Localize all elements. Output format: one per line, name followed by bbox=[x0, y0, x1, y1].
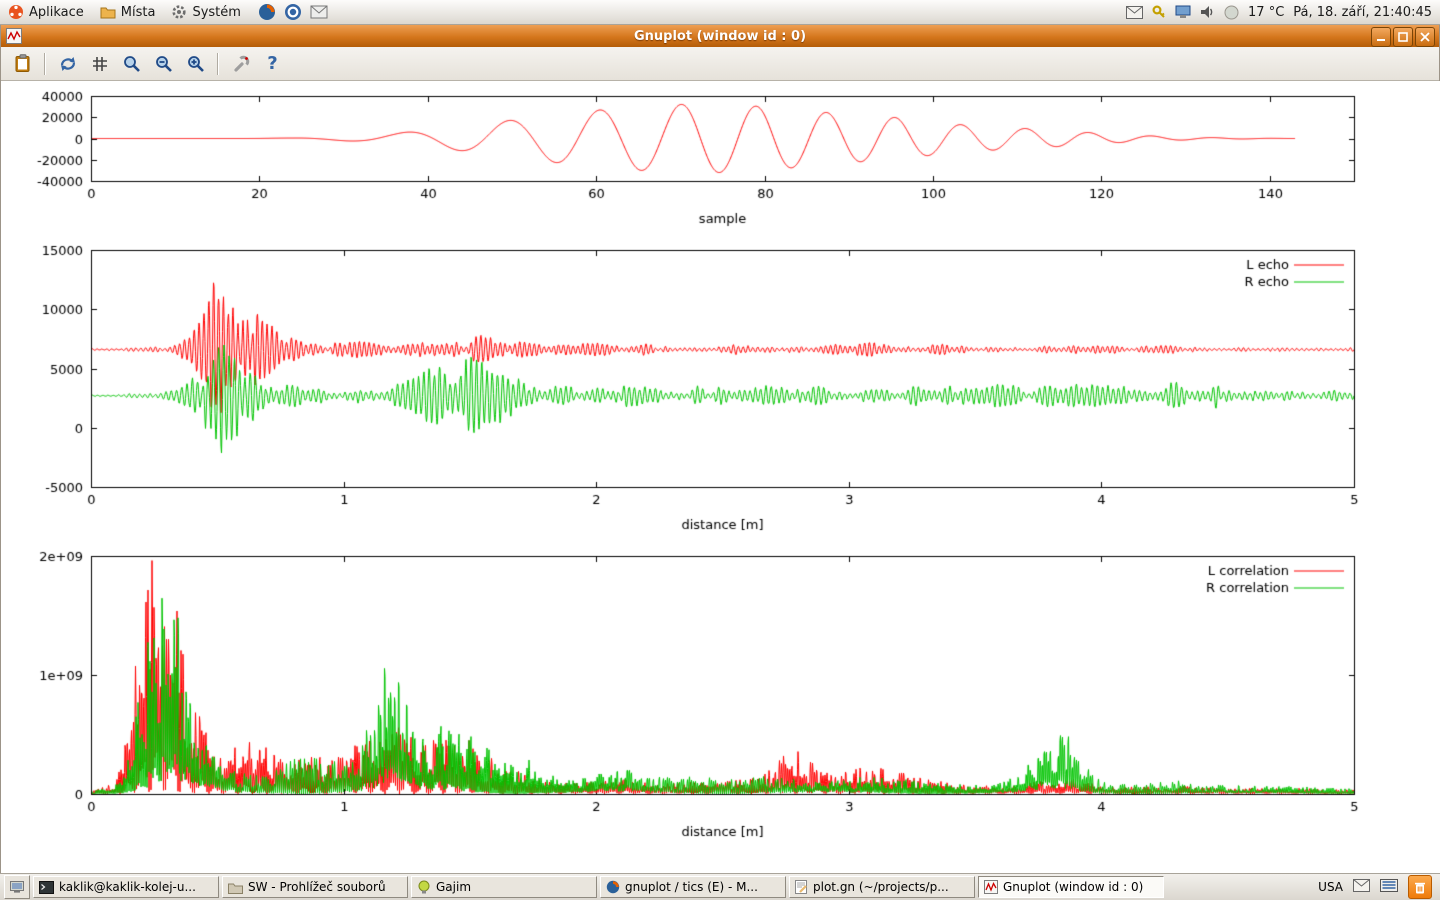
window-controls bbox=[1371, 27, 1435, 47]
task-label: gnuplot / tics (E) - M... bbox=[625, 880, 758, 894]
question-mark-icon: ? bbox=[267, 53, 277, 74]
help-button[interactable]: ? bbox=[259, 50, 286, 77]
clock-label[interactable]: Pá, 18. září, 21:40:45 bbox=[1293, 5, 1432, 20]
taskbar-keyboard-icon[interactable] bbox=[1380, 879, 1398, 895]
menu-applications-label: Aplikace bbox=[29, 5, 84, 20]
toolbar-separator bbox=[217, 53, 219, 75]
zoom-previous-button[interactable] bbox=[118, 50, 145, 77]
mail-launcher-icon[interactable] bbox=[309, 2, 329, 22]
task-button-firefox[interactable]: gnuplot / tics (E) - M... bbox=[600, 876, 786, 898]
gnuplot-window-icon bbox=[6, 28, 22, 48]
temperature-label: 17 °C bbox=[1248, 5, 1284, 20]
titlebar[interactable]: Gnuplot (window id : 0) bbox=[1, 25, 1439, 47]
zoom-out-button[interactable] bbox=[150, 50, 177, 77]
panel-tray: 17 °C Pá, 18. září, 21:40:45 bbox=[1126, 5, 1440, 20]
gnuplot-icon bbox=[984, 880, 998, 894]
task-label: Gnuplot (window id : 0) bbox=[1003, 880, 1143, 894]
minimize-button[interactable] bbox=[1371, 27, 1391, 47]
taskbar: kaklik@kaklik-kolej-u... SW - Prohlížeč … bbox=[0, 873, 1440, 900]
task-button-terminal[interactable]: kaklik@kaklik-kolej-u... bbox=[33, 876, 219, 898]
text-editor-icon bbox=[795, 880, 808, 894]
task-button-file-manager[interactable]: SW - Prohlížeč souborů bbox=[222, 876, 408, 898]
gajim-icon bbox=[417, 880, 431, 894]
menu-places[interactable]: Místa bbox=[92, 2, 164, 22]
task-button-gajim[interactable]: Gajim bbox=[411, 876, 597, 898]
menu-places-label: Místa bbox=[121, 5, 156, 20]
task-label: SW - Prohlížeč souborů bbox=[248, 880, 386, 894]
gnome-top-panel: Aplikace Místa Systém 17 °C Pá, 18. září… bbox=[0, 0, 1440, 25]
window-title: Gnuplot (window id : 0) bbox=[1, 29, 1439, 44]
task-label: kaklik@kaklik-kolej-u... bbox=[59, 880, 196, 894]
menu-applications[interactable]: Aplikace bbox=[0, 2, 92, 22]
gear-icon bbox=[171, 4, 187, 20]
toolbar-separator bbox=[44, 53, 46, 75]
keyboard-layout-indicator[interactable]: USA bbox=[1318, 880, 1343, 894]
task-button-editor[interactable]: plot.gn (~/projects/p... bbox=[789, 876, 975, 898]
copy-to-clipboard-button[interactable] bbox=[9, 50, 36, 77]
firefox-icon bbox=[606, 880, 620, 894]
plot-content bbox=[1, 81, 1439, 873]
task-button-gnuplot[interactable]: Gnuplot (window id : 0) bbox=[978, 876, 1164, 898]
panel-launchers bbox=[257, 2, 329, 22]
close-button[interactable] bbox=[1415, 27, 1435, 47]
maximize-button[interactable] bbox=[1393, 27, 1413, 47]
menu-system-label: Systém bbox=[192, 5, 240, 20]
tray-display-icon[interactable] bbox=[1175, 5, 1191, 19]
task-label: Gajim bbox=[436, 880, 471, 894]
gnuplot-window: Gnuplot (window id : 0) ? bbox=[0, 25, 1440, 873]
replot-button[interactable] bbox=[54, 50, 81, 77]
show-desktop-button[interactable] bbox=[4, 875, 30, 899]
taskbar-mail-icon[interactable] bbox=[1353, 879, 1370, 895]
help-launcher-icon[interactable] bbox=[283, 2, 303, 22]
gnuplot-plot-canvas[interactable] bbox=[1, 81, 1440, 873]
trash-icon[interactable] bbox=[1408, 875, 1432, 899]
grid-button[interactable] bbox=[86, 50, 113, 77]
firefox-launcher-icon[interactable] bbox=[257, 2, 277, 22]
ubuntu-logo-icon bbox=[8, 4, 24, 20]
tray-volume-icon[interactable] bbox=[1200, 5, 1215, 19]
terminal-icon bbox=[39, 881, 54, 894]
weather-icon[interactable] bbox=[1224, 5, 1239, 20]
folder-icon bbox=[100, 4, 116, 20]
zoom-in-button[interactable] bbox=[182, 50, 209, 77]
file-manager-icon bbox=[228, 881, 243, 894]
taskbar-tray: USA bbox=[1318, 875, 1436, 899]
tray-key-icon[interactable] bbox=[1152, 5, 1166, 19]
task-label: plot.gn (~/projects/p... bbox=[813, 880, 949, 894]
gnuplot-toolbar: ? bbox=[1, 47, 1439, 81]
menu-system[interactable]: Systém bbox=[163, 2, 248, 22]
tray-mail-icon[interactable] bbox=[1126, 6, 1143, 19]
configure-button[interactable] bbox=[227, 50, 254, 77]
